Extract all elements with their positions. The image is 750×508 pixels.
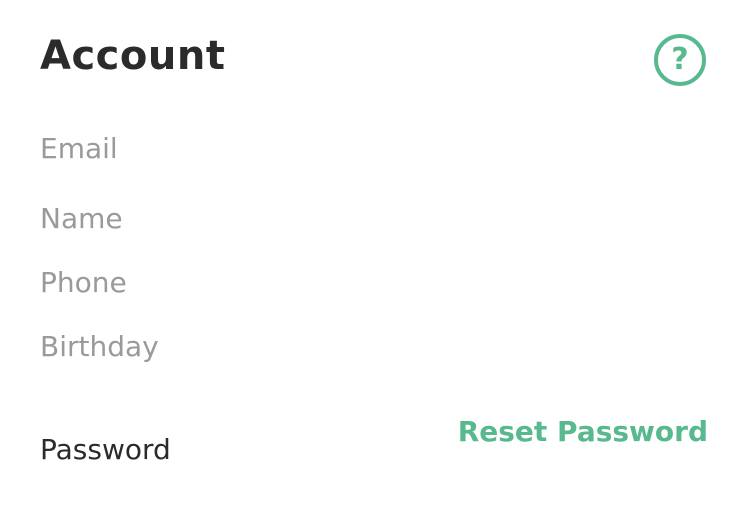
phone-field[interactable] — [40, 262, 640, 302]
help-button[interactable]: ? — [654, 34, 706, 86]
page-title: Account — [40, 33, 226, 79]
email-field[interactable] — [40, 128, 640, 168]
name-field[interactable] — [40, 198, 640, 238]
help-circle-icon: ? — [671, 42, 689, 77]
password-label: Password — [40, 433, 171, 466]
birthday-field[interactable] — [40, 326, 640, 366]
reset-password-link[interactable]: Reset Password — [458, 412, 708, 452]
